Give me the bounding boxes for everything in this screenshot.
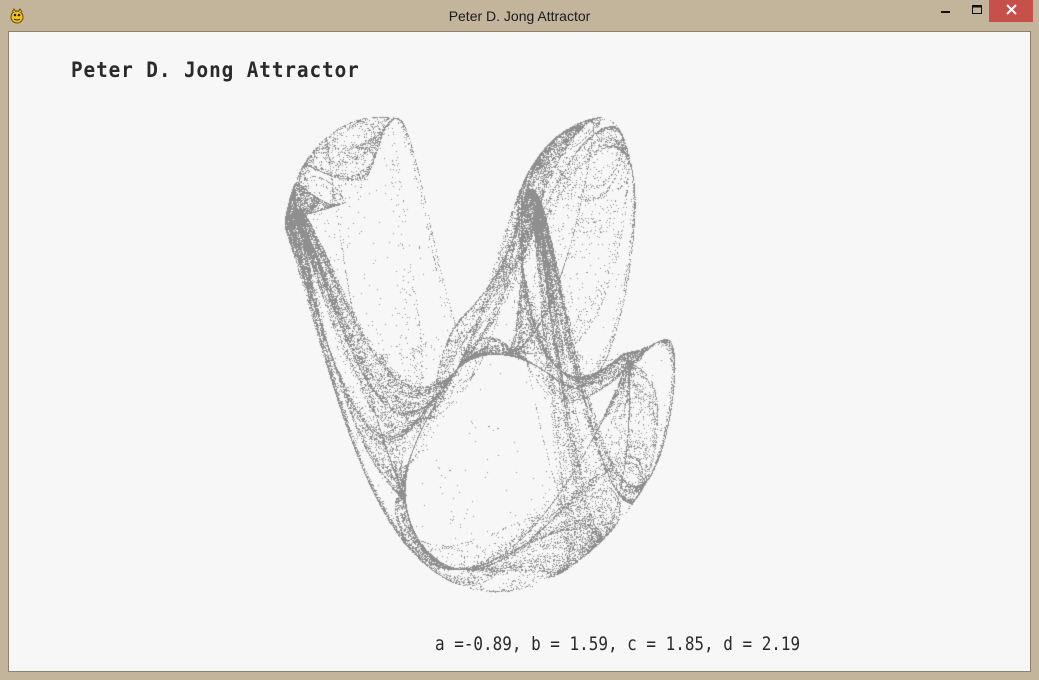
maximize-icon bbox=[971, 2, 983, 20]
close-icon bbox=[1005, 2, 1017, 20]
canvas-heading: Peter D. Jong Attractor bbox=[71, 58, 360, 82]
title-bar[interactable]: Peter D. Jong Attractor bbox=[0, 0, 1039, 31]
minimize-button[interactable] bbox=[929, 0, 963, 22]
attractor-plot bbox=[9, 32, 1030, 671]
maximize-button[interactable] bbox=[963, 0, 991, 22]
minimize-icon bbox=[941, 2, 951, 20]
window-title: Peter D. Jong Attractor bbox=[448, 8, 591, 24]
app-window: Peter D. Jong Attractor Peter D. Jong At… bbox=[0, 0, 1039, 680]
close-button[interactable] bbox=[989, 0, 1033, 22]
drawing-canvas: Peter D. Jong Attractor a =-0.89, b = 1.… bbox=[8, 31, 1031, 672]
parameter-readout: a =-0.89, b = 1.59, c = 1.85, d = 2.19 bbox=[435, 633, 801, 655]
